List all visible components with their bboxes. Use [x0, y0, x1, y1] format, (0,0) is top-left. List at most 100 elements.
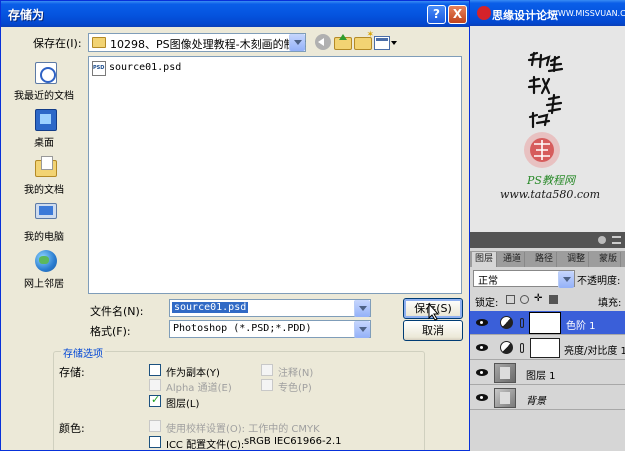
views-menu-icon[interactable] [374, 36, 390, 50]
as-copy-label: 作为副本(Y) [166, 368, 220, 379]
chevron-down-icon[interactable] [558, 271, 574, 288]
place-label: 桌面 [34, 138, 54, 149]
panel-menu-icon[interactable] [612, 236, 621, 244]
blend-mode-value: 正常 [478, 276, 498, 287]
back-icon[interactable] [315, 34, 331, 50]
layer-row-levels[interactable]: 色阶 1 [470, 311, 625, 335]
new-folder-icon[interactable] [354, 30, 374, 50]
places-bar: 我最近的文档 桌面 我的文档 我的电脑 网上邻居 [7, 56, 81, 294]
folder-icon [92, 37, 106, 48]
layer-row-background[interactable]: 背景 [470, 386, 625, 410]
eye-visibility-icon[interactable] [476, 319, 488, 326]
lock-pixels-icon[interactable] [520, 295, 529, 304]
layer-name: 背景 [526, 396, 546, 407]
eye-visibility-icon[interactable] [476, 394, 488, 401]
chevron-down-icon[interactable] [354, 321, 370, 338]
tab-adjustments[interactable]: 调整 [564, 252, 590, 267]
layer-mask-thumbnail[interactable] [529, 312, 561, 334]
dialog-titlebar[interactable]: 存储为 ? X [1, 1, 469, 27]
filename-label: 文件名(N): [90, 305, 144, 318]
thumbnail-figure [500, 367, 510, 379]
chevron-down-icon[interactable] [289, 34, 305, 51]
checkbox-box[interactable] [149, 420, 161, 432]
layer-name: 图层 1 [526, 371, 556, 382]
checkbox-box[interactable] [149, 436, 161, 448]
fill-label: 填充: [598, 298, 622, 309]
place-my-documents[interactable]: 我的文档 [7, 150, 81, 196]
save-as-dialog: 存储为 ? X 保存在(I): 10298、PS图像处理教程-木刻画的制作 我最… [0, 0, 470, 451]
lock-all-icon[interactable] [549, 295, 558, 304]
blend-mode-select[interactable]: 正常 [473, 270, 575, 288]
artwork-caption: PS教程网 [527, 174, 575, 187]
place-label: 网上邻居 [24, 279, 64, 290]
mouse-cursor-icon [428, 303, 440, 321]
checkbox-box[interactable] [149, 379, 161, 391]
tab-masks[interactable]: 蒙版 [596, 252, 622, 267]
tab-channels[interactable]: 通道 [500, 252, 526, 267]
place-network[interactable]: 网上邻居 [7, 244, 81, 290]
layer-row-brightness-contrast[interactable]: 亮度/对比度 1 [470, 336, 625, 360]
eye-visibility-icon[interactable] [476, 369, 488, 376]
store-label: 存储: [59, 366, 85, 379]
checkbox-box[interactable] [149, 393, 161, 407]
eye-visibility-icon[interactable] [476, 344, 488, 351]
save-in-path: 10298、PS图像处理教程-木刻画的制作 [110, 38, 306, 51]
up-folder-icon[interactable] [334, 34, 352, 50]
place-label: 我最近的文档 [14, 91, 74, 102]
lock-position-icon[interactable]: ✛ [534, 293, 543, 304]
place-label: 我的电脑 [24, 232, 64, 243]
filename-input[interactable]: source01.psd [169, 299, 371, 317]
layer-thumbnail [494, 388, 516, 408]
adjustment-layer-icon [500, 316, 513, 329]
format-label: 格式(F): [90, 325, 131, 338]
desktop-icon [35, 109, 57, 131]
format-select[interactable]: Photoshop (*.PSD;*.PDD) [169, 320, 371, 338]
save-in-dropdown[interactable]: 10298、PS图像处理教程-木刻画的制作 [88, 33, 306, 52]
my-documents-icon [35, 156, 57, 177]
place-my-computer[interactable]: 我的电脑 [7, 197, 81, 243]
save-options-title: 存储选项 [61, 345, 105, 360]
psd-file-icon [92, 61, 106, 76]
artwork-url: www.tata580.com [499, 188, 601, 201]
link-chain-icon[interactable] [520, 343, 524, 353]
panel-collapse-icon[interactable] [598, 236, 606, 244]
color-label: 颜色: [59, 422, 85, 435]
layer-name: 色阶 1 [566, 321, 596, 332]
proof-setup-label: 使用校样设置(O): 工作中的 CMYK [166, 424, 320, 435]
place-recent-docs[interactable]: 我最近的文档 [7, 56, 81, 102]
checkbox-box[interactable] [149, 364, 161, 376]
close-button[interactable]: X [448, 5, 467, 24]
place-desktop[interactable]: 桌面 [7, 103, 81, 149]
save-in-label: 保存在(I): [33, 37, 82, 50]
views-dropdown-arrow-icon[interactable] [391, 41, 397, 45]
icc-profile-value: sRGB IEC61966-2.1 [244, 436, 342, 447]
recent-docs-icon [35, 62, 57, 84]
lock-transparency-icon[interactable] [506, 295, 515, 304]
layers-label: 图层(L) [166, 399, 200, 410]
layer-row-layer1[interactable]: 图层 1 [470, 361, 625, 385]
place-label: 我的文档 [24, 185, 64, 196]
layer-thumbnail [494, 363, 516, 383]
filename-value: source01.psd [172, 302, 249, 313]
checkbox-box[interactable] [261, 364, 273, 376]
alpha-channels-label: Alpha 通道(E) [166, 383, 232, 394]
lock-label: 锁定: [475, 298, 499, 309]
dialog-title: 存储为 [8, 8, 45, 22]
my-computer-icon [35, 203, 57, 219]
layer-mask-thumbnail[interactable] [530, 338, 560, 358]
format-value: Photoshop (*.PSD;*.PDD) [173, 323, 312, 334]
red-seal-stamp [524, 132, 560, 168]
icc-profile-label: ICC 配置文件(C): [166, 440, 245, 451]
cancel-button[interactable]: 取消 [403, 320, 463, 341]
checkbox-box[interactable] [261, 379, 273, 391]
thumbnail-figure [500, 392, 510, 404]
link-chain-icon[interactable] [520, 318, 524, 328]
annotations-label: 注释(N) [278, 368, 314, 379]
help-button[interactable]: ? [427, 5, 446, 24]
chevron-down-icon[interactable] [354, 300, 370, 317]
tab-paths[interactable]: 路径 [532, 252, 558, 267]
tab-layers[interactable]: 图层 [472, 252, 498, 267]
file-name: source01.psd [109, 62, 182, 73]
layer-name: 亮度/对比度 1 [564, 346, 625, 357]
file-list[interactable]: source01.psd [88, 56, 462, 294]
